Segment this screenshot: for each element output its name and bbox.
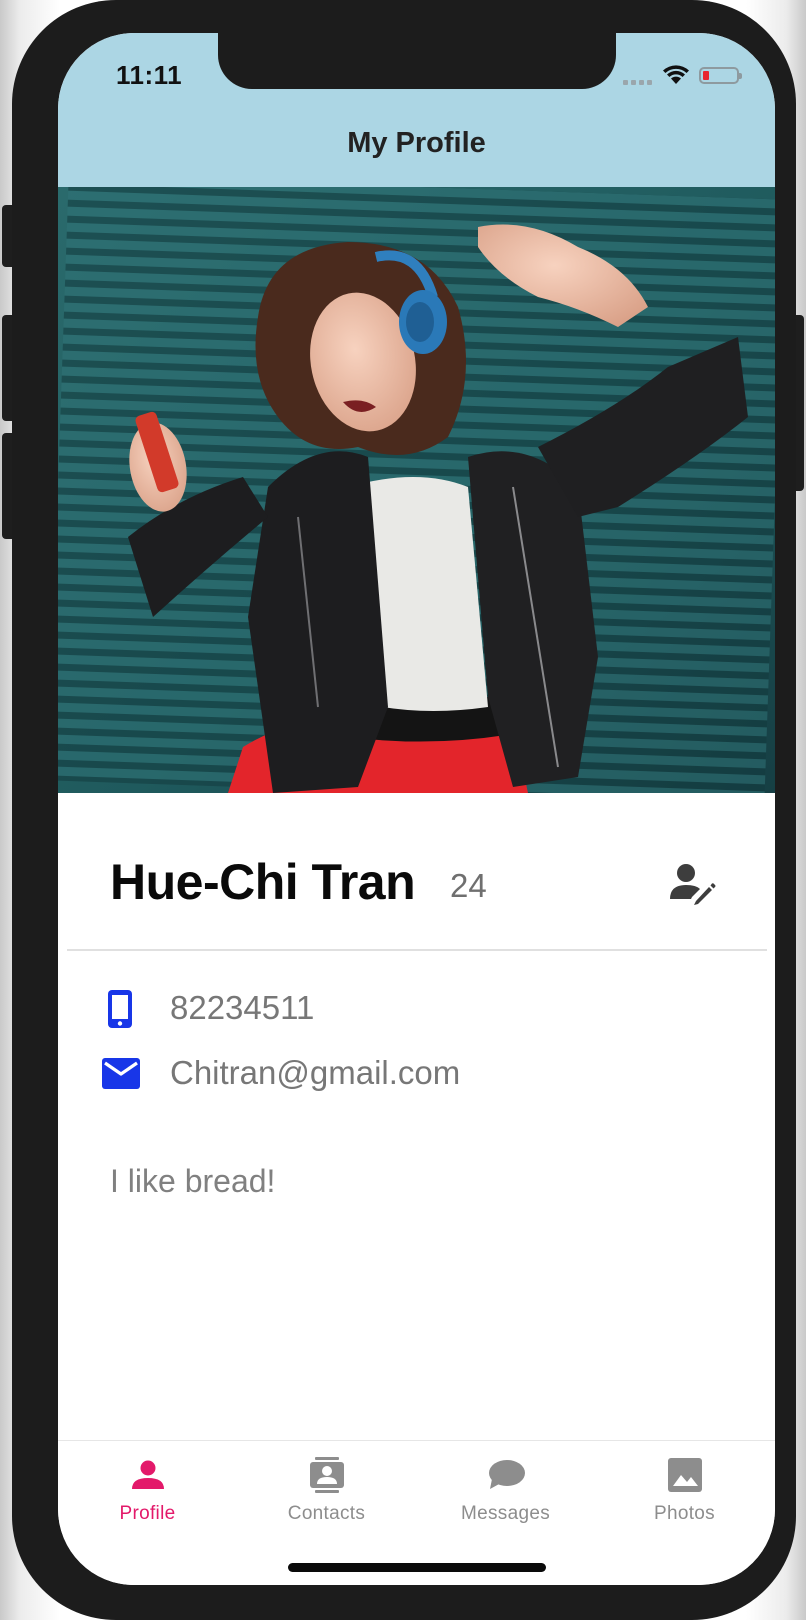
- signal-icon: [623, 80, 655, 86]
- tab-label: Contacts: [287, 1503, 366, 1524]
- edit-profile-button[interactable]: [670, 863, 716, 905]
- profile-name: Hue-Chi Tran: [110, 854, 416, 910]
- device-background: 11:11 My Profile Hue-Chi Tran 24 8223451…: [0, 0, 806, 1620]
- battery-icon: [699, 67, 742, 84]
- page-title: My Profile: [347, 127, 486, 159]
- phone-number[interactable]: 82234511: [170, 989, 314, 1027]
- profile-header: Hue-Chi Tran 24: [58, 793, 775, 955]
- tab-contacts[interactable]: Contacts: [237, 1441, 416, 1541]
- profile-photo: [58, 187, 775, 793]
- app-screen: 11:11 My Profile Hue-Chi Tran 24 8223451…: [58, 33, 775, 1585]
- profile-photo-illustration: [58, 187, 775, 793]
- profile-bio: I like bread!: [110, 1163, 276, 1199]
- battery-level: [703, 71, 709, 80]
- chat-bubble-icon: [489, 1460, 525, 1489]
- tab-profile[interactable]: Profile: [58, 1441, 237, 1541]
- header-bar: 11:11 My Profile: [58, 33, 775, 187]
- status-time: 11:11: [116, 60, 183, 90]
- person-edit-icon: [670, 864, 716, 905]
- tab-photos[interactable]: Photos: [595, 1441, 774, 1541]
- tab-messages[interactable]: Messages: [416, 1441, 595, 1541]
- person-icon: [132, 1460, 164, 1489]
- tab-label: Profile: [119, 1503, 176, 1524]
- wifi-icon: [663, 65, 689, 84]
- notch: [218, 33, 616, 89]
- email-icon: [102, 1058, 140, 1089]
- divider: [67, 949, 767, 951]
- profile-age: 24: [450, 867, 487, 904]
- tab-label: Messages: [461, 1503, 550, 1524]
- phone-icon: [108, 990, 132, 1028]
- image-icon: [668, 1458, 702, 1492]
- phone-frame: 11:11 My Profile Hue-Chi Tran 24 8223451…: [12, 0, 796, 1620]
- tab-label: Photos: [654, 1503, 715, 1524]
- contacts-icon: [310, 1457, 344, 1493]
- email-address[interactable]: Chitran@gmail.com: [170, 1054, 460, 1092]
- home-indicator[interactable]: [288, 1563, 546, 1572]
